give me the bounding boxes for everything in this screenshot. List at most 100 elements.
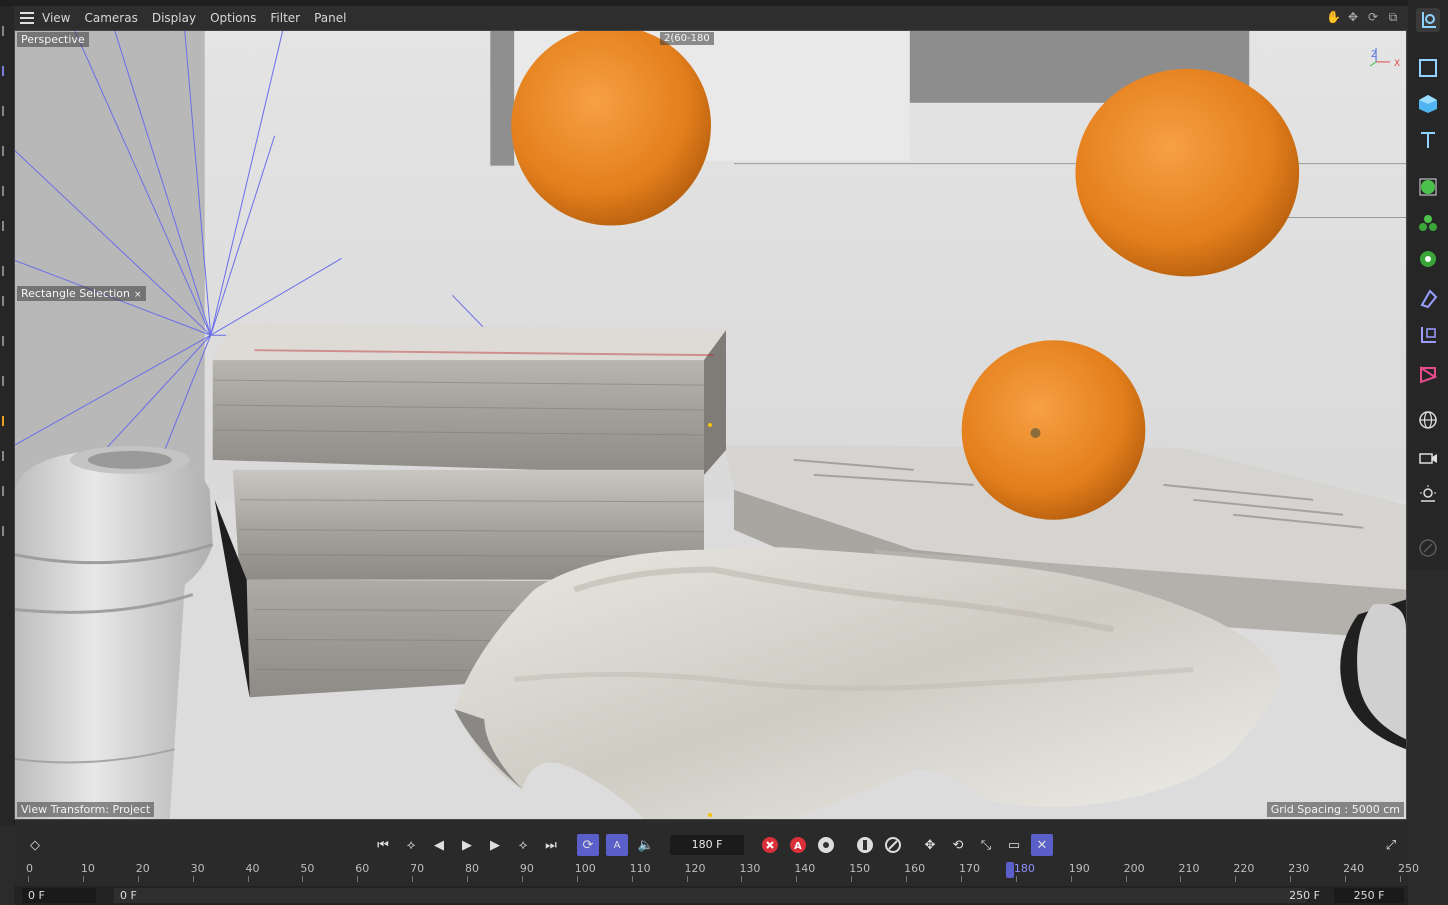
ruler-tick: [796, 876, 798, 882]
tool-handle[interactable]: [2, 416, 12, 426]
left-toolbar: [0, 6, 15, 826]
preview-range-start-field[interactable]: 0 F: [114, 888, 1306, 903]
menu-panel[interactable]: Panel: [314, 11, 346, 25]
spline-object-icon[interactable]: [1416, 323, 1440, 347]
fcurve-editor-icon[interactable]: ⤢: [1380, 834, 1402, 856]
tool-handle[interactable]: [2, 266, 12, 276]
ruler-tick: [137, 876, 139, 882]
menu-filter[interactable]: Filter: [270, 11, 300, 25]
ruler-tick-label: 240: [1343, 862, 1365, 875]
next-frame-icon[interactable]: ▶: [484, 834, 506, 856]
ruler-tick: [1015, 876, 1017, 882]
point-level-key-icon[interactable]: ✕: [1031, 834, 1053, 856]
move-key-icon[interactable]: ✥: [919, 834, 941, 856]
tool-handle[interactable]: [2, 296, 12, 306]
ruler-tick: [302, 876, 304, 882]
move-camera-icon[interactable]: ✥: [1346, 10, 1360, 24]
current-frame-field[interactable]: 180 F: [670, 835, 744, 855]
loop-icon[interactable]: ⟳: [577, 834, 599, 856]
preview-range-end-field[interactable]: 250 F: [1270, 888, 1326, 903]
tool-handle[interactable]: [2, 336, 12, 346]
timeline-ruler[interactable]: 0 10 20 30 40 50 60 70 80 90 100 110 120 130 140 150 160…: [14, 860, 1419, 882]
environment-globe-icon[interactable]: [1416, 408, 1440, 432]
keyframe-settings-icon[interactable]: [815, 834, 837, 856]
svg-text:A: A: [794, 841, 802, 852]
coordinate-system-icon[interactable]: [1416, 8, 1440, 32]
axis-x-label: X: [1394, 59, 1400, 69]
ruler-tick: [412, 876, 414, 882]
ruler-tick-label: 80: [465, 862, 480, 875]
play-icon[interactable]: ▶: [456, 834, 478, 856]
timeline-panel: ◇ ⏮ ⟡ ◀ ▶ ▶ ⟡ ⏭ ⟳ A 🔈 180 F A ✥ ⟲ ⤡ ▭ ✕ …: [14, 826, 1419, 886]
camera-label[interactable]: Perspective: [17, 32, 89, 47]
ruler-tick: [1070, 876, 1072, 882]
pen-tool-icon[interactable]: [1416, 536, 1440, 560]
go-to-start-icon[interactable]: ⏮: [372, 834, 394, 856]
rectangle-icon[interactable]: [1416, 56, 1440, 80]
tool-handle[interactable]: [2, 66, 12, 76]
tool-handle[interactable]: [2, 146, 12, 156]
3d-viewport[interactable]: Z X Perspective 2(60-180 Rectangle Selec…: [14, 30, 1407, 820]
rotate-key-icon[interactable]: ⟲: [947, 834, 969, 856]
ruler-tick-label: 200: [1123, 862, 1145, 875]
rotate-camera-icon[interactable]: ⟳: [1366, 10, 1380, 24]
menu-display[interactable]: Display: [152, 11, 196, 25]
tool-handle[interactable]: [2, 526, 12, 536]
record-icon[interactable]: [759, 834, 781, 856]
tool-handle[interactable]: [2, 451, 12, 461]
previous-keyframe-icon[interactable]: ⟡: [400, 834, 422, 856]
field-icon[interactable]: [1416, 363, 1440, 387]
go-to-end-icon[interactable]: ⏭: [540, 834, 562, 856]
parameter-key-icon[interactable]: ▭: [1003, 834, 1025, 856]
view-transform-label: View Transform: Project: [17, 802, 155, 817]
key-position-icon[interactable]: [854, 834, 876, 856]
light-icon[interactable]: [1416, 482, 1440, 506]
resolution-label: 2(60-180: [660, 32, 714, 45]
next-keyframe-icon[interactable]: ⟡: [512, 834, 534, 856]
tool-handle[interactable]: [2, 376, 12, 386]
close-icon[interactable]: ×: [134, 290, 142, 300]
cube-icon[interactable]: [1416, 92, 1440, 116]
ruler-tick-label: 20: [135, 862, 150, 875]
axis-z-label: Z: [1371, 50, 1377, 60]
max-frame-field[interactable]: 250 F: [1334, 888, 1404, 903]
effector-gear-icon[interactable]: [1416, 247, 1440, 271]
ruler-tick-label: 0: [26, 862, 33, 875]
previous-frame-icon[interactable]: ◀: [428, 834, 450, 856]
ruler-tick: [1400, 876, 1401, 882]
cloner-icon[interactable]: [1416, 211, 1440, 235]
autokey-icon[interactable]: A: [787, 834, 809, 856]
ruler-tick-label: 160: [904, 862, 926, 875]
ruler-tick-label: 250: [1398, 862, 1419, 875]
tool-handle[interactable]: [2, 221, 12, 231]
tool-handle[interactable]: [2, 186, 12, 196]
deformer-icon[interactable]: [1416, 287, 1440, 311]
min-frame-field[interactable]: 0 F: [22, 888, 96, 903]
subdivision-icon[interactable]: [1416, 175, 1440, 199]
maximize-view-icon[interactable]: ⧉: [1386, 10, 1400, 24]
camera-icon[interactable]: [1416, 446, 1440, 470]
text-tool-icon[interactable]: [1416, 128, 1440, 152]
frame-range-bar: 0 F 0 F 250 F 250 F: [14, 886, 1408, 905]
scale-key-icon[interactable]: ⤡: [975, 834, 997, 856]
sound-icon[interactable]: 🔈: [635, 834, 657, 856]
ruler-tick-label: 130: [739, 862, 761, 875]
autokey-audio-icon[interactable]: A: [606, 834, 628, 856]
key-rotation-icon[interactable]: [882, 834, 904, 856]
hamburger-menu-icon[interactable]: [20, 12, 34, 24]
ruler-tick-label: 70: [410, 862, 425, 875]
menu-options[interactable]: Options: [210, 11, 256, 25]
ruler-tick: [1235, 876, 1237, 882]
ruler-tick-label: 230: [1288, 862, 1310, 875]
playhead-handle[interactable]: [1005, 862, 1014, 878]
menu-cameras[interactable]: Cameras: [84, 11, 137, 25]
tool-handle[interactable]: [2, 486, 12, 496]
pan-hand-icon[interactable]: ✋: [1326, 10, 1341, 24]
keyframe-icon[interactable]: ◇: [24, 834, 46, 856]
ruler-tick: [247, 876, 249, 882]
menu-view[interactable]: View: [42, 11, 70, 25]
ruler-tick: [631, 876, 633, 882]
tool-handle[interactable]: [2, 26, 12, 36]
ruler-tick-label: 150: [849, 862, 871, 875]
tool-handle[interactable]: [2, 106, 12, 116]
